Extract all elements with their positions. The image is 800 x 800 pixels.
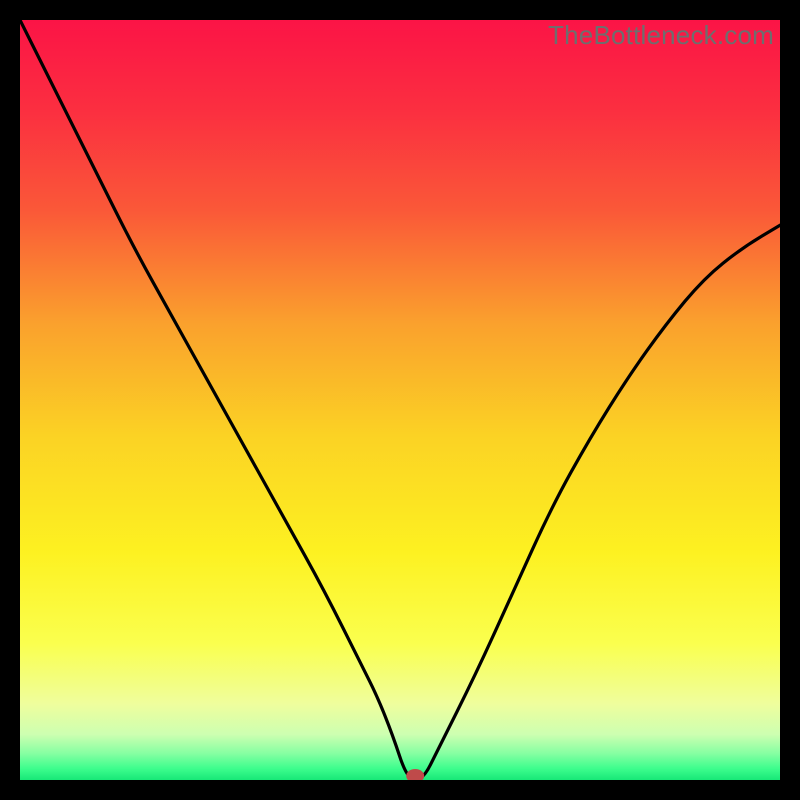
bottleneck-chart [20, 20, 780, 780]
watermark-text: TheBottleneck.com [548, 20, 774, 50]
chart-frame: TheBottleneck.com [20, 20, 780, 780]
gradient-background [20, 20, 780, 780]
